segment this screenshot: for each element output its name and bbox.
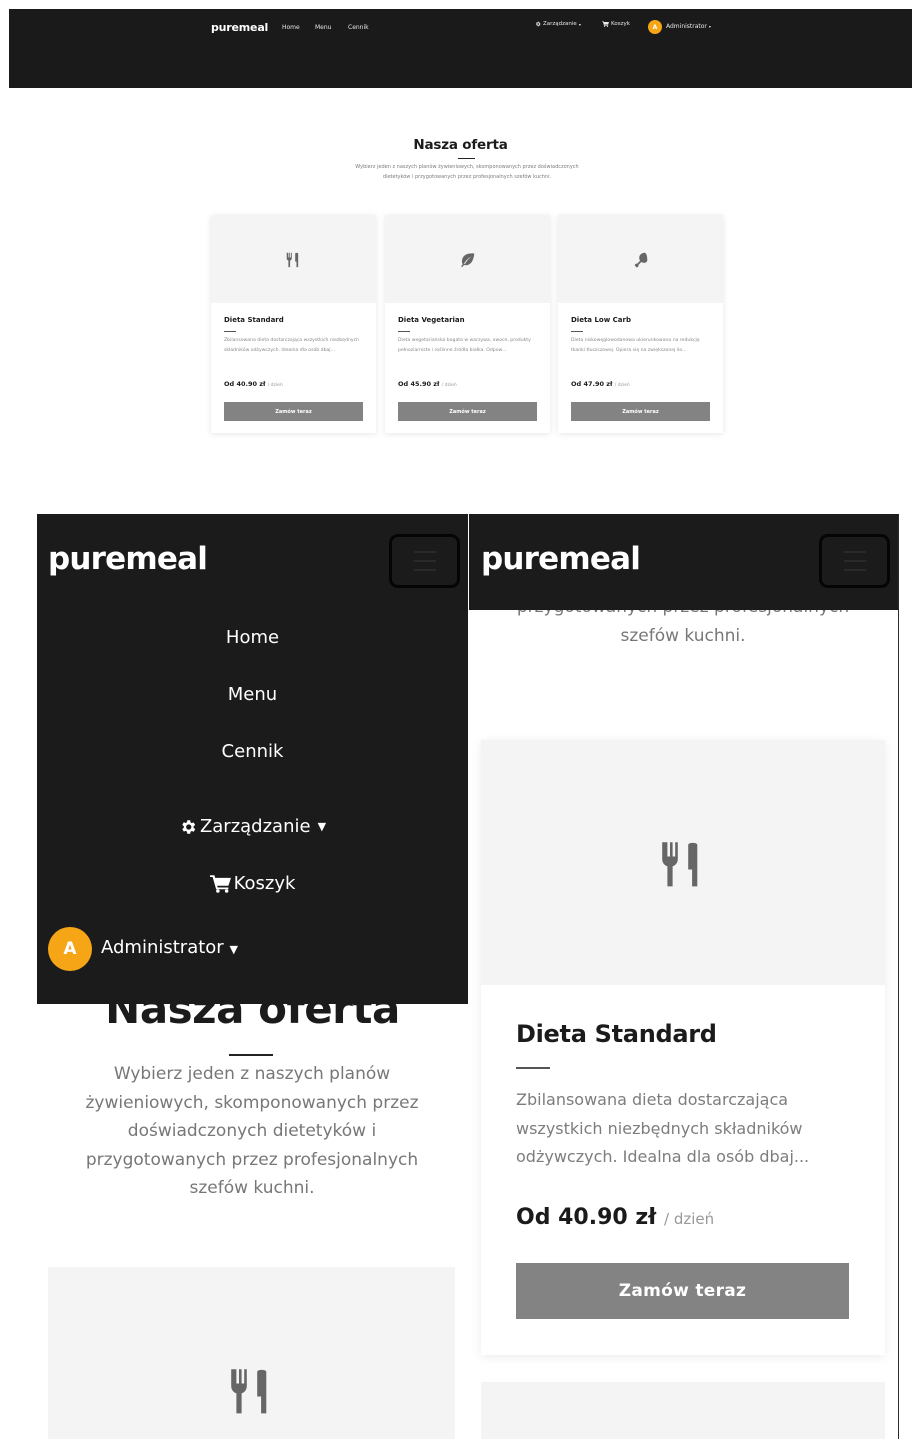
nav-link-home[interactable]: Home <box>37 627 468 648</box>
nav-link-menu[interactable]: Menu <box>37 684 468 705</box>
nav-link-home[interactable]: Home <box>282 24 300 31</box>
plan-card-standard: Dieta Standard Zbilansowana dieta dostar… <box>481 740 885 1355</box>
caret-down-icon: ▾ <box>578 21 581 27</box>
title-divider <box>229 1054 273 1056</box>
drumstick-icon <box>634 252 648 267</box>
leaf-icon <box>461 252 475 267</box>
nav-link-menu[interactable]: Menu <box>315 24 331 31</box>
order-button[interactable]: Zamów teraz <box>398 402 537 421</box>
page-subtitle: Wybierz jeden z naszych planów żywieniow… <box>355 164 579 180</box>
nav-link-cennik[interactable]: Cennik <box>37 741 468 762</box>
plan-divider <box>224 331 236 332</box>
utensils-icon <box>662 841 698 886</box>
brand-logo[interactable]: puremeal <box>481 541 641 577</box>
price-unit: / dzień <box>267 383 283 388</box>
avatar[interactable]: A <box>648 20 662 34</box>
management-dropdown[interactable]: Zarządzanie ▾ <box>535 21 581 27</box>
management-label: Zarządzanie <box>543 21 577 27</box>
plan-price: Od 40.90 zł / dzień <box>224 380 283 388</box>
cart-link[interactable]: Koszyk <box>602 21 630 27</box>
brand-logo[interactable]: puremeal <box>48 541 208 577</box>
cart-icon <box>209 874 231 893</box>
plan-image <box>558 215 723 303</box>
cart-icon <box>602 21 609 27</box>
plan-name: Dieta Vegetarian <box>398 316 465 324</box>
gear-icon <box>536 21 541 27</box>
page-title: Nasza oferta <box>413 137 508 153</box>
plan-card-standard: Dieta Standard Zbilansowana dieta dostar… <box>211 215 376 433</box>
hamburger-menu-button[interactable] <box>389 534 460 588</box>
plan-divider <box>571 331 583 332</box>
plan-price: Od 45.90 zł / dzień <box>398 380 457 388</box>
mobile-navbar: puremeal Home Menu Cennik Zarządzanie ▼ … <box>37 514 468 1004</box>
plan-name: Dieta Standard <box>516 1020 717 1048</box>
price-value: Od 45.90 zł <box>398 380 440 388</box>
brand-logo[interactable]: puremeal <box>211 21 268 34</box>
plan-card-next <box>481 1382 885 1439</box>
order-button[interactable]: Zamów teraz <box>571 402 710 421</box>
navbar: puremeal Home Menu Cennik Zarządzanie ▾ … <box>9 9 912 88</box>
price-value: Od 40.90 zł <box>224 380 266 388</box>
title-divider <box>458 158 475 159</box>
order-button[interactable]: Zamów teraz <box>516 1263 849 1319</box>
plan-description: Dieta niskowęglowodanowa ukierunkowana n… <box>571 338 700 353</box>
nav-link-cennik[interactable]: Cennik <box>348 24 369 31</box>
mobile-navbar: puremeal <box>469 514 899 610</box>
user-name: Administrator <box>101 937 224 958</box>
cart-label: Koszyk <box>611 21 630 27</box>
avatar[interactable]: A <box>48 927 92 971</box>
cart-link[interactable]: Koszyk <box>37 873 468 894</box>
price-unit: / dzień <box>664 1210 715 1228</box>
frame-edge <box>898 514 899 1439</box>
utensils-icon <box>286 252 299 267</box>
plan-image <box>385 215 550 303</box>
price-value: Od 47.90 zł <box>571 380 613 388</box>
plan-image <box>481 740 885 985</box>
management-label: Zarządzanie <box>199 816 311 837</box>
caret-down-icon: ▾ <box>708 24 711 29</box>
plan-description: Zbilansowana dieta dostarczająca wszystk… <box>224 338 360 353</box>
caret-down-icon: ▼ <box>317 820 327 833</box>
plan-description: Dieta wegetariańska bogata w warzywa, ow… <box>398 338 531 353</box>
cart-label: Koszyk <box>233 873 296 894</box>
management-dropdown[interactable]: Zarządzanie ▼ <box>37 816 468 837</box>
user-dropdown[interactable]: Administrator ▼ <box>101 937 238 958</box>
plan-price: Od 40.90 zł / dzień <box>516 1205 714 1230</box>
page-subtitle: Wybierz jeden z naszych planów żywieniow… <box>85 1064 419 1198</box>
price-unit: / dzień <box>614 383 630 388</box>
plan-divider <box>398 331 410 332</box>
order-button[interactable]: Zamów teraz <box>224 402 363 421</box>
plan-card-vegetarian: Dieta Vegetarian Dieta wegetariańska bog… <box>385 215 550 433</box>
utensils-icon <box>230 1369 266 1414</box>
price-value: Od 40.90 zł <box>516 1205 657 1230</box>
hamburger-menu-button[interactable] <box>819 534 890 588</box>
mobile-screenshot-scrolled: puremeal przygotowanych przez profesjona… <box>469 514 899 1439</box>
plan-image <box>48 1267 455 1439</box>
desktop-screenshot: puremeal Home Menu Cennik Zarządzanie ▾ … <box>9 9 912 454</box>
plan-description: Zbilansowana dieta dostarczająca wszystk… <box>516 1090 810 1166</box>
user-dropdown[interactable]: Administrator ▾ <box>666 23 711 30</box>
plan-card-low-carb: Dieta Low Carb Dieta niskowęglowodanowa … <box>558 215 723 433</box>
plan-divider <box>516 1067 550 1069</box>
gear-icon <box>182 819 196 834</box>
price-unit: / dzień <box>441 383 457 388</box>
plan-price: Od 47.90 zł / dzień <box>571 380 630 388</box>
user-name: Administrator <box>666 23 707 30</box>
mobile-screenshot-menu-open: puremeal Home Menu Cennik Zarządzanie ▼ … <box>37 514 468 1439</box>
plan-name: Dieta Low Carb <box>571 316 631 324</box>
plan-name: Dieta Standard <box>224 316 284 324</box>
caret-down-icon: ▼ <box>229 943 238 956</box>
plan-image <box>211 215 376 303</box>
